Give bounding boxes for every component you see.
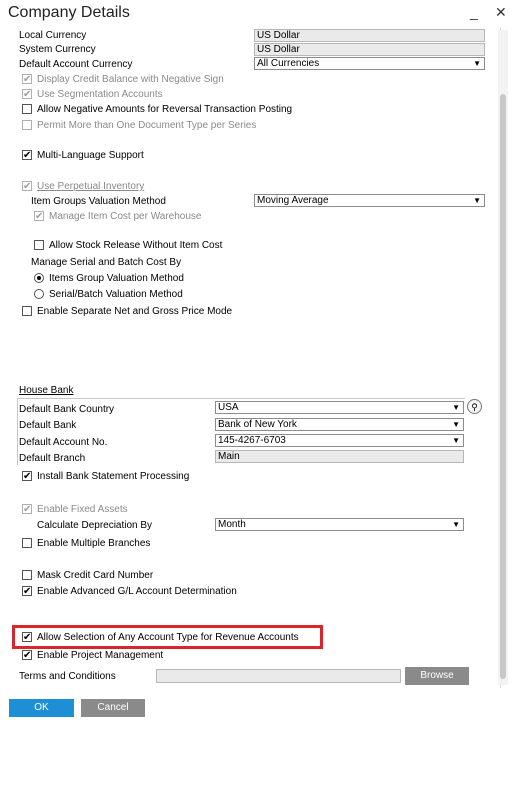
bank-country-value: USA <box>218 402 239 413</box>
minimize-button[interactable]: _ <box>470 4 478 20</box>
account-no-value: 145-4267-6703 <box>218 435 286 446</box>
bank-country-label: Default Bank Country <box>19 404 115 415</box>
default-account-currency-label: Default Account Currency <box>19 59 133 70</box>
default-bank-value: Bank of New York <box>218 419 297 430</box>
default-bank-label: Default Bank <box>19 420 77 431</box>
chevron-down-icon: ▼ <box>473 196 481 205</box>
close-button[interactable]: ✕ <box>495 4 507 21</box>
enable-branches-label: Enable Multiple Branches <box>37 538 151 549</box>
use-segmentation-label: Use Segmentation Accounts <box>37 89 163 100</box>
mask-credit-label: Mask Credit Card Number <box>37 570 154 581</box>
calc-depreciation-label: Calculate Depreciation By <box>37 520 153 531</box>
allow-stock-release-label: Allow Stock Release Without Item Cost <box>49 240 223 251</box>
install-statement-checkbox[interactable]: ✔ <box>22 471 32 482</box>
enable-fixed-assets-label: Enable Fixed Assets <box>37 504 128 515</box>
manage-item-cost-label: Manage Item Cost per Warehouse <box>49 211 202 222</box>
enable-fixed-assets-checkbox[interactable]: ✔ <box>22 504 32 515</box>
install-statement-label: Install Bank Statement Processing <box>37 471 190 482</box>
enable-project-checkbox[interactable]: ✔ <box>22 650 32 661</box>
allow-selection-checkbox[interactable]: ✔ <box>22 632 32 643</box>
permit-more-label: Permit More than One Document Type per S… <box>37 120 257 131</box>
mask-credit-checkbox[interactable] <box>22 570 32 580</box>
enable-project-label: Enable Project Management <box>37 650 164 661</box>
items-group-radio[interactable] <box>34 273 44 283</box>
browse-button[interactable]: Browse <box>405 667 469 685</box>
permit-more-checkbox[interactable] <box>22 120 32 130</box>
allow-negative-checkbox[interactable] <box>22 104 32 114</box>
enable-advanced-gl-label: Enable Advanced G/L Account Determinatio… <box>37 586 237 597</box>
multi-language-checkbox[interactable]: ✔ <box>22 150 32 161</box>
serial-batch-radio-label: Serial/Batch Valuation Method <box>49 289 183 300</box>
house-bank-heading: House Bank <box>19 385 74 396</box>
chevron-down-icon: ▼ <box>473 59 481 68</box>
default-branch-field: Main <box>215 450 464 463</box>
calc-depreciation-select[interactable]: Month ▼ <box>215 518 464 531</box>
account-no-label: Default Account No. <box>19 437 108 448</box>
allow-stock-release-checkbox[interactable] <box>34 240 44 250</box>
display-credit-label: Display Credit Balance with Negative Sig… <box>37 74 224 85</box>
account-no-select[interactable]: 145-4267-6703 ▼ <box>215 434 464 447</box>
default-account-currency-select[interactable]: All Currencies ▼ <box>254 57 485 70</box>
ok-button[interactable]: OK <box>9 699 74 717</box>
manage-serial-label: Manage Serial and Batch Cost By <box>31 257 182 268</box>
system-currency-label: System Currency <box>19 44 96 55</box>
system-currency-field: US Dollar <box>254 43 485 56</box>
house-bank-border <box>17 398 18 465</box>
bank-country-select[interactable]: USA ▼ <box>215 401 464 414</box>
house-bank-divider <box>17 398 465 399</box>
window-title: Company Details <box>8 4 130 21</box>
allow-selection-label: Allow Selection of Any Account Type for … <box>37 632 299 643</box>
terms-field[interactable] <box>156 669 401 683</box>
default-account-currency-value: All Currencies <box>257 58 320 69</box>
use-perpetual-checkbox[interactable]: ✔ <box>22 181 32 192</box>
item-groups-label: Item Groups Valuation Method <box>31 196 166 207</box>
chevron-down-icon: ▼ <box>452 403 460 412</box>
link-icon[interactable]: ⚲ <box>467 399 482 414</box>
default-branch-label: Default Branch <box>19 453 86 464</box>
local-currency-label: Local Currency <box>19 30 87 41</box>
local-currency-field: US Dollar <box>254 29 485 42</box>
display-credit-checkbox[interactable]: ✔ <box>22 74 32 85</box>
manage-item-cost-checkbox[interactable]: ✔ <box>34 211 44 222</box>
default-bank-select[interactable]: Bank of New York ▼ <box>215 418 464 431</box>
enable-separate-label: Enable Separate Net and Gross Price Mode <box>37 306 233 317</box>
chevron-down-icon: ▼ <box>452 520 460 529</box>
calc-depreciation-value: Month <box>218 519 246 530</box>
enable-separate-checkbox[interactable] <box>22 306 32 316</box>
cancel-button[interactable]: Cancel <box>81 699 145 717</box>
enable-advanced-gl-checkbox[interactable]: ✔ <box>22 586 32 597</box>
chevron-down-icon: ▼ <box>452 436 460 445</box>
enable-branches-checkbox[interactable] <box>22 538 32 548</box>
item-groups-value: Moving Average <box>257 195 329 206</box>
use-perpetual-label: Use Perpetual Inventory <box>37 181 145 192</box>
serial-batch-radio[interactable] <box>34 289 44 299</box>
scrollbar-thumb[interactable] <box>500 94 506 679</box>
multi-language-label: Multi-Language Support <box>37 150 144 161</box>
chevron-down-icon: ▼ <box>452 420 460 429</box>
use-segmentation-checkbox[interactable]: ✔ <box>22 89 32 100</box>
title-bar: Company Details _ ✕ <box>0 0 513 28</box>
item-groups-select[interactable]: Moving Average ▼ <box>254 194 485 207</box>
terms-label: Terms and Conditions <box>19 671 116 682</box>
items-group-radio-label: Items Group Valuation Method <box>49 273 184 284</box>
allow-negative-label: Allow Negative Amounts for Reversal Tran… <box>37 104 293 115</box>
